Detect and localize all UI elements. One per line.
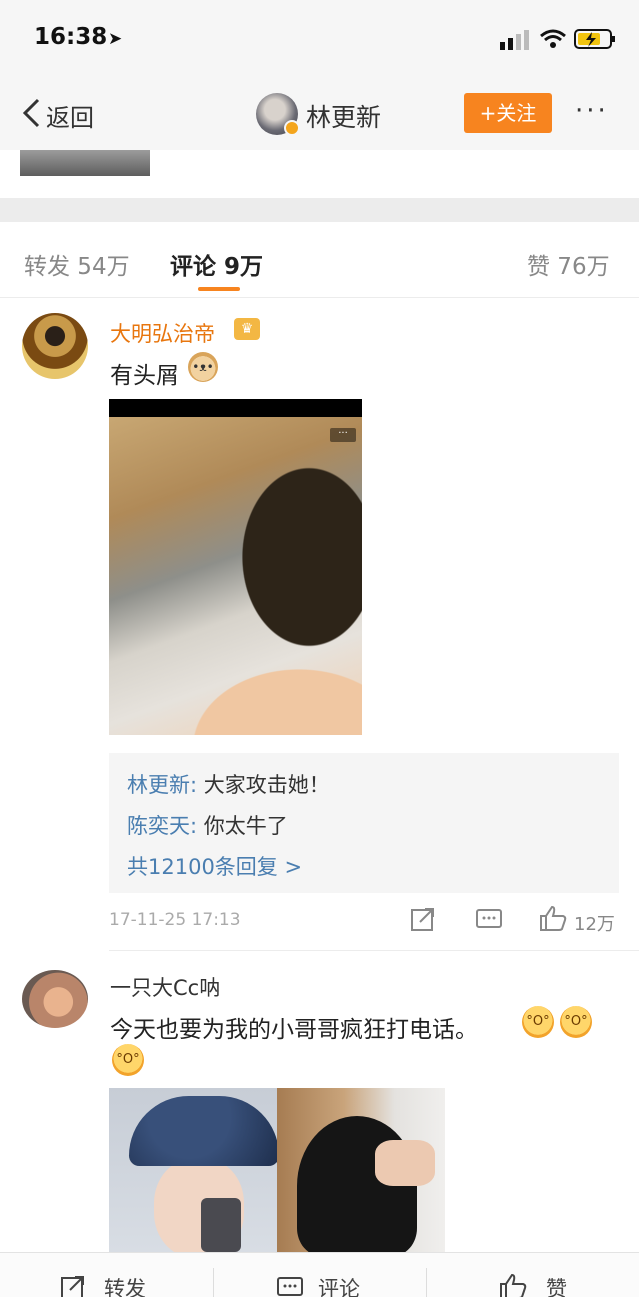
reply-text: 你太牛了 [197,814,288,838]
section-divider [0,198,639,222]
thumbs-up-icon[interactable] [498,1272,528,1297]
toolbar-separator [213,1268,214,1297]
tab-comment[interactable]: 评论 9万 [170,247,263,281]
scream-emoji-icon: °O° [112,1044,144,1076]
share-icon[interactable] [60,1274,88,1297]
reply-item[interactable]: 林更新: 大家攻击她！ [127,769,330,799]
tab-like[interactable]: 赞 76万 [527,247,610,281]
thumbs-up-icon[interactable] [538,904,568,932]
signal-icon [500,30,529,50]
scream-emoji-icon: °O° [522,1006,554,1038]
battery-icon [574,29,615,49]
comment-photo[interactable] [109,1088,277,1252]
share-icon[interactable] [410,906,436,932]
back-button[interactable]: 返回 [46,98,94,133]
comment-photo[interactable] [109,399,362,735]
scream-emoji-icon: °O° [560,1006,592,1038]
comment-text: 有头屑 [110,363,179,389]
tab-repost[interactable]: 转发 54万 [24,247,130,281]
reply-author[interactable]: 陈奕天: [127,814,197,838]
bottom-like-button[interactable]: 赞 [546,1273,567,1297]
more-dots-icon[interactable]: ··· [330,428,356,442]
more-icon[interactable]: ··· [575,96,609,126]
doge-emoji-icon: •ᴥ• [188,352,218,382]
comment-timestamp: 17-11-25 17:13 [109,910,241,930]
crown-icon: ♛ [234,318,260,340]
verified-badge-icon [284,120,300,136]
bottom-repost-button[interactable]: 转发 [104,1273,146,1297]
location-arrow-icon: ➤ [108,29,123,49]
reply-item[interactable]: 陈奕天: 你太牛了 [127,810,288,840]
reply-author[interactable]: 林更新: [127,773,197,797]
toolbar-separator [426,1268,427,1297]
comment-text: 今天也要为我的小哥哥疯狂打电话。 [110,1017,478,1043]
like-count: 12万 [574,914,615,935]
nav-title[interactable]: 林更新 [306,98,381,134]
wifi-icon [540,29,566,48]
follow-button[interactable]: +关注 [464,93,552,133]
comment-icon[interactable] [475,908,503,932]
avatar[interactable] [22,313,88,379]
active-tab-indicator [198,287,240,291]
comment-photo[interactable] [277,1088,445,1252]
comment-icon[interactable] [276,1276,304,1297]
bottom-comment-button[interactable]: 评论 [318,1273,360,1297]
reply-text: 大家攻击她！ [197,773,330,797]
back-chevron-icon[interactable] [20,97,42,129]
view-all-replies-link[interactable]: 共12100条回复 > [127,851,302,881]
comment-username[interactable]: 一只大Cc呐 [110,972,220,1002]
divider [109,950,639,951]
post-image-thumbnail[interactable] [20,150,150,176]
avatar[interactable] [22,970,88,1028]
status-time: 16:38 [34,24,108,50]
comment-username[interactable]: 大明弘治帝 [110,318,215,348]
